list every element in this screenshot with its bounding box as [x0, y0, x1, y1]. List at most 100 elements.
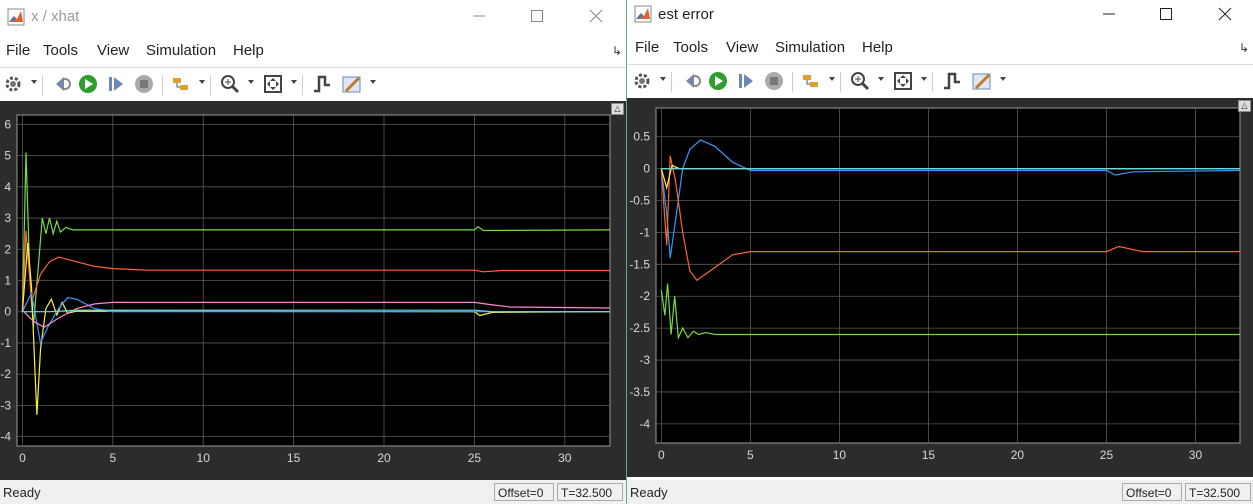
title-bar[interactable]: est error — [627, 0, 1253, 30]
plot-area — [655, 107, 1241, 444]
minimize-icon[interactable] — [467, 4, 491, 28]
run-icon[interactable] — [77, 73, 99, 95]
menu-help[interactable]: Help — [233, 42, 264, 59]
toolbar-separator — [792, 72, 793, 92]
zoom-in-icon[interactable] — [219, 73, 241, 95]
autoscale-icon[interactable] — [892, 70, 914, 92]
settings-gear-icon[interactable] — [631, 70, 653, 92]
menu-bar: File Tools View Simulation Help ↳ — [627, 35, 1253, 61]
style-icon[interactable] — [971, 70, 993, 92]
undock-icon[interactable]: △ — [611, 103, 624, 115]
menu-tools[interactable]: Tools — [673, 39, 708, 56]
close-icon[interactable] — [584, 4, 608, 28]
y-tick-label: 5 — [4, 149, 11, 163]
x-tick-label: 0 — [19, 451, 26, 465]
toolbar-separator — [42, 75, 43, 95]
menu-help[interactable]: Help — [862, 39, 893, 56]
maximize-icon[interactable] — [1154, 2, 1178, 26]
step-forward-icon[interactable] — [735, 70, 757, 92]
x-tick-label: 20 — [1011, 448, 1025, 462]
highlight-dropdown-icon[interactable] — [199, 80, 205, 84]
y-tick-label: -2.5 — [629, 321, 650, 335]
y-tick-label: -2 — [639, 289, 650, 303]
y-tick-label: -1 — [0, 336, 11, 350]
y-tick-label: -3 — [0, 398, 11, 412]
close-icon[interactable] — [1213, 2, 1237, 26]
style-dropdown-icon[interactable] — [370, 80, 376, 84]
status-offset: Offset=0 — [494, 483, 554, 501]
autoscale-dropdown-icon[interactable] — [291, 80, 297, 84]
triggers-icon[interactable] — [311, 73, 333, 95]
toolbar-separator — [840, 72, 841, 92]
x-tick-label: 30 — [558, 451, 572, 465]
x-tick-label: 15 — [287, 451, 301, 465]
status-bar: Ready Offset=0 T=32.500 — [0, 480, 626, 504]
menu-view[interactable]: View — [726, 39, 758, 56]
style-dropdown-icon[interactable] — [1000, 77, 1006, 81]
y-tick-label: -1.5 — [629, 257, 650, 271]
x-tick-label: 30 — [1189, 448, 1203, 462]
x-tick-label: 0 — [658, 448, 665, 462]
menu-pin-icon[interactable]: ↳ — [612, 44, 622, 58]
scope-plot[interactable]: 0 5 10 15 20 25 30 -4 -3.5 -3 -2.5 -2 -1.5 -1 -0.5 0 0.5 — [627, 98, 1253, 477]
maximize-icon[interactable] — [525, 4, 549, 28]
menu-tools[interactable]: Tools — [43, 42, 78, 59]
settings-gear-icon[interactable] — [2, 73, 24, 95]
style-icon[interactable] — [341, 73, 363, 95]
settings-dropdown-icon[interactable] — [31, 80, 37, 84]
title-bar[interactable]: x / xhat — [0, 0, 626, 34]
y-tick-label: -4 — [639, 417, 650, 431]
status-text: Ready — [630, 485, 668, 500]
y-tick-label: -3 — [639, 353, 650, 367]
triggers-icon[interactable] — [941, 70, 963, 92]
y-tick-label: 6 — [4, 117, 11, 131]
x-tick-label: 5 — [747, 448, 754, 462]
toolbar-separator — [162, 75, 163, 95]
toolbar — [0, 67, 626, 100]
zoom-dropdown-icon[interactable] — [248, 80, 254, 84]
run-icon[interactable] — [707, 70, 729, 92]
y-tick-label: 2 — [4, 242, 11, 256]
x-tick-label: 25 — [1100, 448, 1114, 462]
matlab-icon — [7, 8, 25, 26]
y-tick-label: 0.5 — [633, 130, 650, 144]
scope-display: △ 0 5 10 15 20 25 30 -4 -3 -2 -1 0 1 2 3 4 5 6 — [0, 101, 626, 480]
settings-dropdown-icon[interactable] — [660, 77, 666, 81]
stop-icon[interactable] — [763, 70, 785, 92]
highlight-dropdown-icon[interactable] — [829, 77, 835, 81]
scope-plot[interactable]: 0 5 10 15 20 25 30 -4 -3 -2 -1 0 1 2 3 4 5 6 — [0, 101, 626, 480]
toolbar-separator — [210, 75, 211, 95]
scope-display: △ 0 5 10 15 20 25 30 -4 -3.5 -3 -2.5 -2 -1.5 -1 -0.5 0 0… — [627, 98, 1253, 477]
autoscale-dropdown-icon[interactable] — [921, 77, 927, 81]
x-tick-label: 10 — [833, 448, 847, 462]
x-tick-label: 15 — [922, 448, 936, 462]
y-tick-label: 0 — [643, 162, 650, 176]
status-bar: Ready Offset=0 T=32.500 — [627, 480, 1253, 504]
step-back-icon[interactable] — [680, 70, 702, 92]
undock-icon[interactable]: △ — [1238, 100, 1251, 112]
menu-view[interactable]: View — [97, 42, 129, 59]
step-back-icon[interactable] — [50, 73, 72, 95]
menu-simulation[interactable]: Simulation — [146, 42, 216, 59]
menu-file[interactable]: File — [6, 42, 30, 59]
autoscale-icon[interactable] — [262, 73, 284, 95]
y-tick-label: 0 — [4, 305, 11, 319]
menu-bar: File Tools View Simulation Help ↳ — [0, 38, 626, 64]
menu-file[interactable]: File — [635, 39, 659, 56]
y-tick-label: -4 — [0, 430, 11, 444]
x-tick-label: 25 — [468, 451, 482, 465]
zoom-in-icon[interactable] — [849, 70, 871, 92]
window-title: x / xhat — [31, 8, 80, 25]
stop-icon[interactable] — [133, 73, 155, 95]
zoom-dropdown-icon[interactable] — [878, 77, 884, 81]
highlight-block-icon[interactable] — [800, 70, 822, 92]
menu-simulation[interactable]: Simulation — [775, 39, 845, 56]
x-tick-label: 20 — [377, 451, 391, 465]
highlight-block-icon[interactable] — [170, 73, 192, 95]
menu-pin-icon[interactable]: ↳ — [1239, 41, 1249, 55]
step-forward-icon[interactable] — [105, 73, 127, 95]
y-tick-label: -0.5 — [629, 194, 650, 208]
toolbar-separator — [671, 72, 672, 92]
scope-window-x-xhat: x / xhat File Tools View Simulation Help… — [0, 0, 626, 504]
minimize-icon[interactable] — [1097, 2, 1121, 26]
